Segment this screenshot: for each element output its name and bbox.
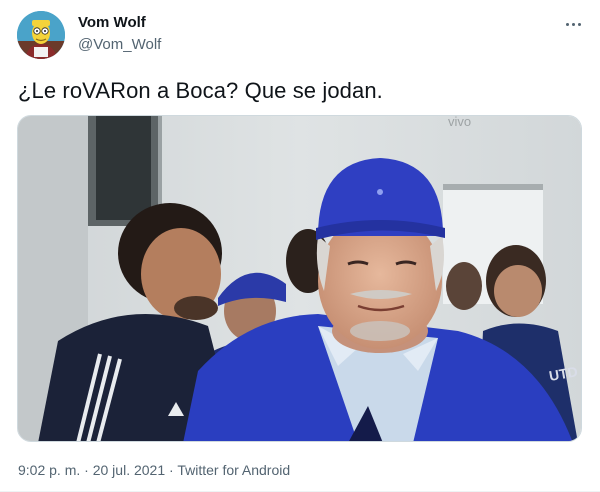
overlay-text: vivo bbox=[448, 116, 471, 129]
tweet-card[interactable]: Vom Wolf @Vom_Wolf ¿Le roVARon a Boca? Q… bbox=[0, 0, 600, 492]
avatar[interactable] bbox=[17, 11, 65, 59]
tweet-date[interactable]: 20 jul. 2021 bbox=[93, 462, 165, 478]
tweet-time[interactable]: 9:02 p. m. bbox=[18, 462, 80, 478]
tweet-text: ¿Le roVARon a Boca? Que se jodan. bbox=[18, 78, 383, 103]
more-options-icon[interactable] bbox=[560, 14, 586, 34]
dot bbox=[565, 22, 569, 26]
cartoon-character-icon bbox=[17, 11, 65, 59]
dot bbox=[571, 22, 575, 26]
meta-separator: · bbox=[169, 462, 174, 478]
tweet-photo[interactable]: vivo UTD bbox=[17, 115, 582, 442]
author-display-name[interactable]: Vom Wolf bbox=[78, 14, 146, 31]
tweet-meta: 9:02 p. m. · 20 jul. 2021 · Twitter for … bbox=[18, 462, 290, 478]
author-handle[interactable]: @Vom_Wolf bbox=[78, 36, 161, 53]
tweet-source[interactable]: Twitter for Android bbox=[177, 462, 290, 478]
dot bbox=[577, 22, 581, 26]
photo-scene: vivo UTD bbox=[18, 116, 581, 441]
meta-separator: · bbox=[84, 462, 89, 478]
